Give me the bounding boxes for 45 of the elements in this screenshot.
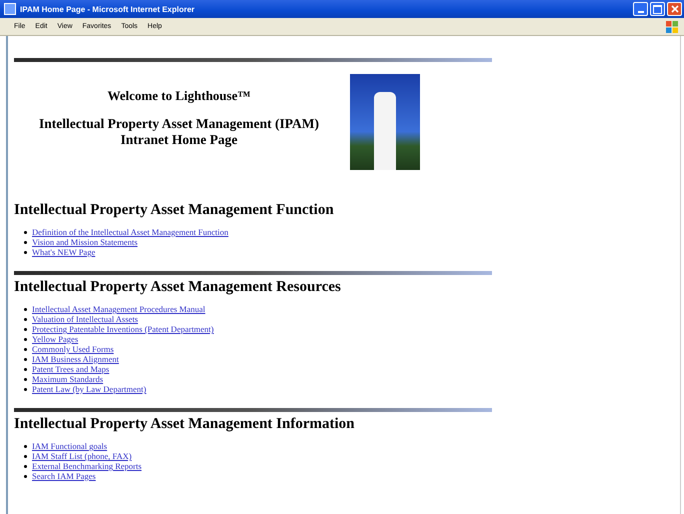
minimize-button[interactable]	[633, 2, 648, 16]
window-title: IPAM Home Page - Microsoft Internet Explorer	[20, 4, 196, 14]
bullet-icon	[24, 338, 27, 340]
bullet-icon	[24, 464, 27, 468]
bullet-icon	[24, 454, 27, 458]
bullet-icon	[24, 368, 27, 370]
bullet-icon	[24, 474, 27, 478]
page-link[interactable]: Valuation of Intellectual Assets	[32, 314, 138, 324]
bullet-icon	[24, 250, 27, 254]
page-link[interactable]: Search IAM Pages	[32, 471, 96, 481]
browser-icon	[4, 3, 16, 15]
bullet-icon	[24, 318, 27, 320]
bullet-icon	[24, 388, 27, 390]
section-heading: Intellectual Property Asset Management Resources	[14, 279, 342, 296]
windows-logo-icon	[666, 20, 678, 32]
section-heading: Intellectual Property Asset Management Information	[14, 416, 356, 433]
page-link[interactable]: Yellow Pages	[32, 334, 78, 344]
close-button[interactable]	[667, 2, 682, 16]
page-link[interactable]: Patent Law (by Law Department)	[32, 384, 146, 394]
section-heading: Intellectual Property Asset Management Function	[14, 202, 335, 219]
bullet-icon	[24, 308, 27, 310]
page-link[interactable]: IAM Functional goals	[32, 441, 108, 451]
maximize-button[interactable]	[650, 2, 665, 16]
page-link[interactable]: IAM Business Alignment	[32, 354, 119, 364]
page-link[interactable]: Protecting Patentable Inventions (Patent Department)	[32, 324, 214, 334]
page-link[interactable]: Maximum Standards	[32, 374, 104, 384]
page-link[interactable]: IAM Staff List (phone, FAX)	[32, 451, 132, 461]
page-link[interactable]: External Benchmarking Reports	[32, 461, 142, 471]
page-title: Intellectual Property Asset Management (IPAM)	[38, 116, 320, 132]
page-link[interactable]: Vision and Mission Statements	[32, 237, 138, 247]
page-subtitle: Intranet Home Page	[120, 132, 238, 148]
close-icon	[670, 5, 678, 13]
bullet-icon	[24, 378, 27, 380]
bullet-icon	[24, 230, 27, 234]
bullet-icon	[24, 240, 27, 244]
welcome-heading: Welcome to Lighthouse™	[106, 88, 252, 104]
page-link[interactable]: Patent Trees and Maps	[32, 364, 110, 374]
bullet-icon	[24, 358, 27, 360]
page-link[interactable]: Commonly Used Forms	[32, 344, 114, 354]
page-link[interactable]: What's NEW Page	[32, 247, 96, 257]
bullet-icon	[24, 328, 27, 330]
bullet-icon	[24, 348, 27, 350]
page-link[interactable]: Intellectual Asset Management Procedures Manual	[32, 304, 206, 314]
bullet-icon	[24, 444, 27, 448]
page-link[interactable]: Definition of the Intellectual Asset Management Function	[32, 227, 228, 237]
